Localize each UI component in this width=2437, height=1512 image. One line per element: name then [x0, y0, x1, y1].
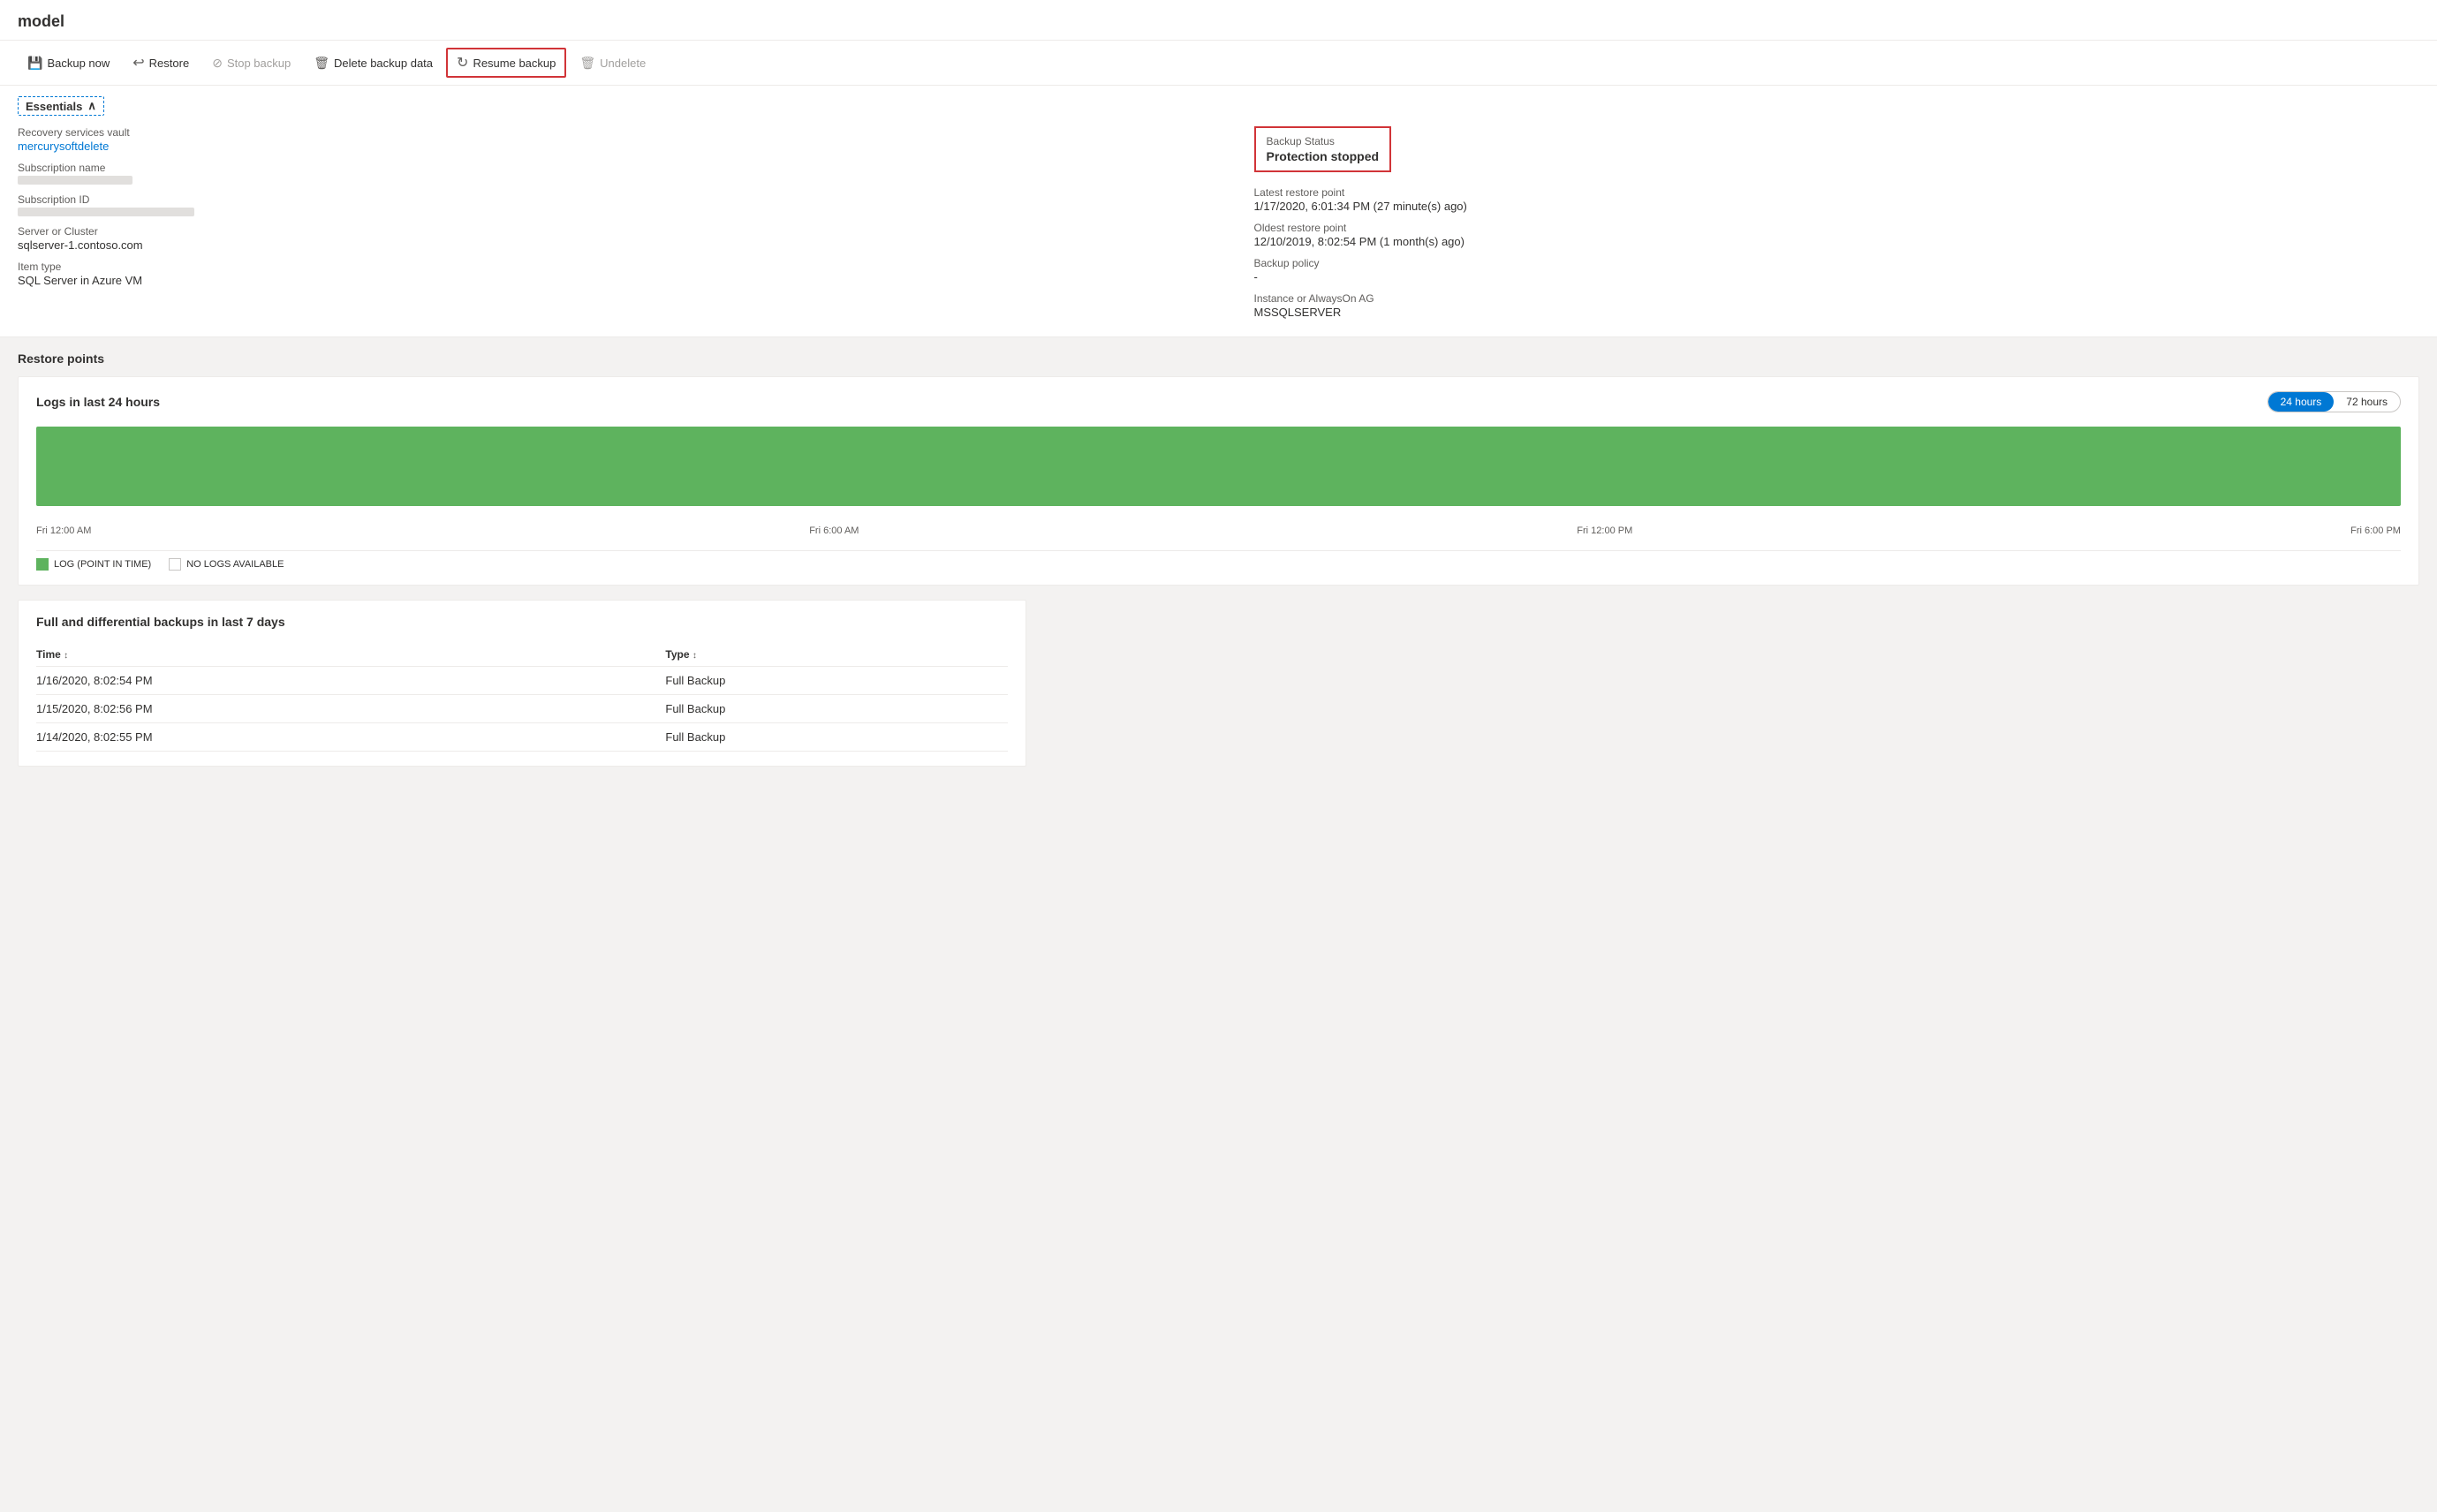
- delete-backup-data-button[interactable]: 🗑 Delete backup data: [304, 50, 443, 76]
- legend-color-white: [169, 558, 181, 571]
- restore-points-section: Restore points Logs in last 24 hours 24 …: [0, 337, 2437, 781]
- x-axis-label-0: Fri 12:00 AM: [36, 525, 91, 536]
- essentials-grid: Recovery services vault mercurysoftdelet…: [18, 126, 2419, 322]
- x-axis-label-2: Fri 12:00 PM: [1577, 525, 1632, 536]
- time-column-header: Time ↕: [36, 643, 665, 667]
- recovery-vault-field: Recovery services vault mercurysoftdelet…: [18, 126, 1219, 153]
- 72-hours-button[interactable]: 72 hours: [2334, 392, 2400, 412]
- undelete-button[interactable]: 🗑 Undelete: [570, 50, 655, 76]
- table-title: Full and differential backups in last 7 …: [36, 615, 1008, 629]
- subscription-name-placeholder: [18, 176, 132, 185]
- item-type-value: SQL Server in Azure VM: [18, 274, 1219, 287]
- item-type-label: Item type: [18, 261, 1219, 273]
- legend-label-no-logs: NO LOGS AVAILABLE: [186, 559, 284, 570]
- logs-chart-card: Logs in last 24 hours 24 hours 72 hours …: [18, 376, 2419, 586]
- type-column-header: Type ↕: [665, 643, 1008, 667]
- full-differential-table-card: Full and differential backups in last 7 …: [18, 600, 1026, 767]
- server-cluster-field: Server or Cluster sqlserver-1.contoso.co…: [18, 225, 1219, 252]
- instance-field: Instance or AlwaysOn AG MSSQLSERVER: [1254, 292, 2420, 319]
- legend-color-green: [36, 558, 49, 571]
- restore-points-title: Restore points: [18, 352, 2419, 366]
- chart-title: Logs in last 24 hours: [36, 395, 160, 409]
- x-axis-label-3: Fri 6:00 PM: [2350, 525, 2401, 536]
- table-body: 1/16/2020, 8:02:54 PM Full Backup 1/15/2…: [36, 667, 1008, 752]
- latest-restore-point-label: Latest restore point: [1254, 186, 2420, 199]
- resume-backup-button[interactable]: ↻ Resume backup: [446, 48, 566, 78]
- backup-policy-value: -: [1254, 270, 2420, 284]
- latest-restore-point-field: Latest restore point 1/17/2020, 6:01:34 …: [1254, 186, 2420, 213]
- item-type-field: Item type SQL Server in Azure VM: [18, 261, 1219, 287]
- backup-now-icon: 💾: [27, 56, 42, 71]
- time-toggle: 24 hours 72 hours: [2267, 391, 2401, 412]
- legend-item-log: LOG (POINT IN TIME): [36, 558, 151, 571]
- essentials-section: Essentials ∧ Recovery services vault mer…: [0, 86, 2437, 336]
- essentials-header[interactable]: Essentials ∧: [18, 96, 104, 116]
- backup-status-label: Backup Status: [1267, 135, 1380, 147]
- instance-value: MSSQLSERVER: [1254, 306, 2420, 319]
- undelete-icon: 🗑: [579, 56, 595, 71]
- backup-status-field: Backup Status Protection stopped: [1254, 126, 2420, 178]
- essentials-label: Essentials: [26, 100, 82, 113]
- oldest-restore-point-value: 12/10/2019, 8:02:54 PM (1 month(s) ago): [1254, 235, 2420, 248]
- row-time: 1/16/2020, 8:02:54 PM: [36, 667, 665, 695]
- subscription-id-label: Subscription ID: [18, 193, 1219, 206]
- chart-x-axis: Fri 12:00 AM Fri 6:00 AM Fri 12:00 PM Fr…: [36, 522, 2401, 540]
- backup-status-box: Backup Status Protection stopped: [1254, 126, 1392, 172]
- server-cluster-value: sqlserver-1.contoso.com: [18, 238, 1219, 252]
- 24-hours-button[interactable]: 24 hours: [2268, 392, 2335, 412]
- table-header-row: Time ↕ Type ↕: [36, 643, 1008, 667]
- table-row: 1/14/2020, 8:02:55 PM Full Backup: [36, 723, 1008, 752]
- subscription-id-placeholder: [18, 208, 194, 216]
- subscription-name-label: Subscription name: [18, 162, 1219, 174]
- essentials-right: Backup Status Protection stopped Latest …: [1219, 126, 2420, 322]
- row-time: 1/14/2020, 8:02:55 PM: [36, 723, 665, 752]
- restore-button[interactable]: ↩ Restore: [123, 49, 199, 77]
- backup-now-button[interactable]: 💾 Backup now: [18, 50, 119, 76]
- subscription-id-field: Subscription ID: [18, 193, 1219, 216]
- row-type: Full Backup: [665, 723, 1008, 752]
- chart-area: [36, 427, 2401, 515]
- x-axis-label-1: Fri 6:00 AM: [809, 525, 859, 536]
- oldest-restore-point-field: Oldest restore point 12/10/2019, 8:02:54…: [1254, 222, 2420, 248]
- backups-table: Time ↕ Type ↕ 1/16/2020, 8:02:54 PM Full…: [36, 643, 1008, 752]
- stop-backup-button[interactable]: ⊘ Stop backup: [202, 50, 300, 76]
- instance-label: Instance or AlwaysOn AG: [1254, 292, 2420, 305]
- chart-legend: LOG (POINT IN TIME) NO LOGS AVAILABLE: [36, 550, 2401, 571]
- resume-backup-icon: ↻: [457, 54, 468, 72]
- recovery-vault-label: Recovery services vault: [18, 126, 1219, 139]
- subscription-name-field: Subscription name: [18, 162, 1219, 185]
- time-sort-icon[interactable]: ↕: [64, 651, 68, 661]
- table-row: 1/15/2020, 8:02:56 PM Full Backup: [36, 695, 1008, 723]
- oldest-restore-point-label: Oldest restore point: [1254, 222, 2420, 234]
- page-title: model: [0, 0, 2437, 41]
- row-type: Full Backup: [665, 695, 1008, 723]
- essentials-left: Recovery services vault mercurysoftdelet…: [18, 126, 1219, 322]
- server-cluster-label: Server or Cluster: [18, 225, 1219, 238]
- legend-label-log: LOG (POINT IN TIME): [54, 559, 151, 570]
- chart-header: Logs in last 24 hours 24 hours 72 hours: [36, 391, 2401, 412]
- backup-status-value: Protection stopped: [1267, 149, 1380, 163]
- table-row: 1/16/2020, 8:02:54 PM Full Backup: [36, 667, 1008, 695]
- restore-icon: ↩: [132, 54, 144, 72]
- row-time: 1/15/2020, 8:02:56 PM: [36, 695, 665, 723]
- delete-backup-icon: 🗑: [314, 56, 329, 71]
- toolbar: 💾 Backup now ↩ Restore ⊘ Stop backup 🗑 D…: [0, 41, 2437, 86]
- essentials-chevron-icon: ∧: [87, 99, 96, 113]
- type-sort-icon[interactable]: ↕: [693, 651, 697, 661]
- stop-backup-icon: ⊘: [212, 56, 223, 71]
- backup-policy-field: Backup policy -: [1254, 257, 2420, 284]
- recovery-vault-value[interactable]: mercurysoftdelete: [18, 140, 109, 153]
- backup-policy-label: Backup policy: [1254, 257, 2420, 269]
- latest-restore-point-value: 1/17/2020, 6:01:34 PM (27 minute(s) ago): [1254, 200, 2420, 213]
- chart-bar-green: [36, 427, 2401, 506]
- row-type: Full Backup: [665, 667, 1008, 695]
- legend-item-no-logs: NO LOGS AVAILABLE: [169, 558, 284, 571]
